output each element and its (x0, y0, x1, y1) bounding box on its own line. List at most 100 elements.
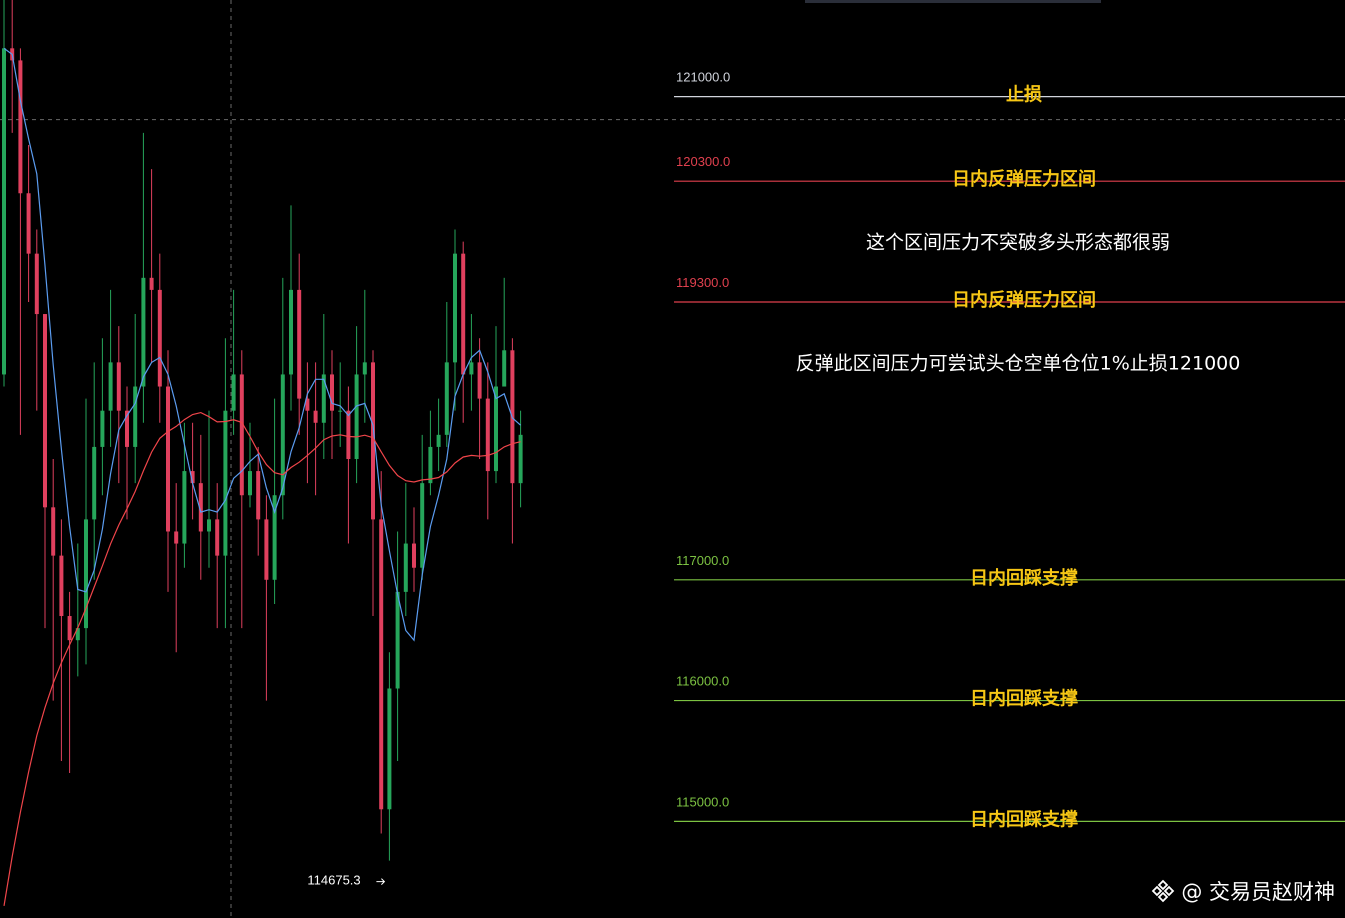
price-chart[interactable]: 121000.0 止损 120300.0 日内反弹压力区间 119300.0 日内反弹压力… (0, 0, 1345, 918)
candle-body (313, 410, 318, 423)
candle (223, 338, 228, 629)
candle-body (461, 253, 466, 375)
candle-body (174, 531, 179, 544)
candle (34, 229, 39, 411)
candle (207, 410, 211, 568)
price-level[interactable]: 119300.0 日内反弹压力区间 (674, 275, 1345, 311)
price-level[interactable]: 117000.0 日内回踩支撑 (674, 553, 1345, 589)
candle (149, 169, 154, 363)
level-title: 日内回踩支撑 (970, 567, 1078, 589)
candle (289, 205, 293, 411)
candle-body (166, 386, 170, 532)
watermark-text: @ 交易员赵财神 (1181, 880, 1335, 904)
candle-layer (2, 0, 523, 861)
candle-body (133, 386, 138, 447)
candle-body (239, 374, 244, 496)
candle (346, 386, 351, 544)
candle-body (108, 362, 113, 411)
low-arrow-icon (376, 878, 386, 885)
level-title: 日内反弹压力区间 (952, 168, 1096, 190)
level-price-label: 115000.0 (676, 794, 729, 809)
candle (444, 301, 449, 447)
candle-body (223, 410, 228, 556)
candle (387, 652, 392, 861)
candle (141, 132, 146, 423)
candle (100, 338, 105, 496)
candle-body (248, 471, 252, 496)
candle-body (182, 471, 187, 544)
candle-body (157, 289, 162, 387)
price-level[interactable]: 116000.0 日内回踩支撑 (674, 674, 1345, 710)
candle-body (43, 314, 47, 508)
level-title: 日内回踩支撑 (970, 688, 1078, 710)
candle (92, 362, 97, 580)
price-level[interactable]: 115000.0 日内回踩支撑 (674, 794, 1345, 830)
candle (420, 434, 425, 580)
candle (84, 398, 88, 665)
level-title: 止损 (1006, 84, 1042, 106)
candle-body (231, 374, 236, 411)
candle-body (330, 374, 334, 411)
candle-body (116, 362, 121, 411)
candle (485, 362, 490, 520)
candle (321, 314, 326, 459)
candle (403, 483, 408, 617)
candle (477, 338, 482, 459)
candle (502, 277, 507, 387)
price-level[interactable]: 121000.0 止损 (674, 70, 1345, 106)
candle (453, 229, 457, 411)
candle (43, 314, 47, 629)
candle-body (149, 277, 154, 290)
candle (354, 326, 359, 484)
level-price-label: 117000.0 (676, 553, 729, 568)
candle (412, 507, 416, 592)
candle-body (100, 410, 105, 447)
candle (436, 398, 441, 472)
candle-body (207, 519, 211, 532)
candle-body (346, 410, 351, 459)
candle (371, 350, 375, 617)
candle (494, 326, 498, 484)
candle (75, 543, 80, 677)
moving-average-layer (3, 47, 521, 906)
level-price-label: 119300.0 (676, 275, 729, 290)
candle-body (141, 277, 146, 387)
candle-body (387, 688, 392, 810)
candle (215, 483, 220, 629)
price-level[interactable]: 120300.0 日内反弹压力区间 (674, 154, 1345, 190)
candle-body (18, 60, 23, 194)
candle-body (59, 555, 64, 617)
watermark: @ 交易员赵财神 (1151, 876, 1335, 906)
ma-slow-line (3, 411, 521, 906)
candle (305, 362, 310, 484)
candle (469, 314, 474, 411)
candle-body (395, 591, 400, 689)
candle (330, 350, 334, 459)
candle-body (2, 48, 6, 375)
candle (272, 398, 277, 604)
candle (297, 253, 302, 435)
candle-body (297, 289, 302, 399)
candle (157, 253, 162, 423)
level-price-label: 120300.0 (676, 154, 730, 169)
candle-body (453, 253, 457, 363)
candle-body (264, 519, 269, 580)
candle-body (477, 362, 482, 399)
candle (116, 326, 121, 484)
candle-body (412, 543, 416, 568)
candle-body (420, 483, 425, 568)
candle-body (26, 193, 31, 254)
candle (166, 350, 170, 592)
candle (428, 410, 433, 496)
level-title: 日内回踩支撑 (970, 808, 1078, 830)
candle (67, 591, 72, 774)
candle-body (67, 616, 72, 641)
candle (26, 144, 31, 302)
top-scroll-bar[interactable] (805, 0, 1101, 3)
low-marker-layer: 114675.3 (307, 873, 386, 888)
candle-body (485, 398, 490, 472)
candle-body (444, 362, 449, 435)
candle (256, 446, 261, 556)
candle-body (338, 410, 343, 412)
candle (2, 0, 6, 387)
